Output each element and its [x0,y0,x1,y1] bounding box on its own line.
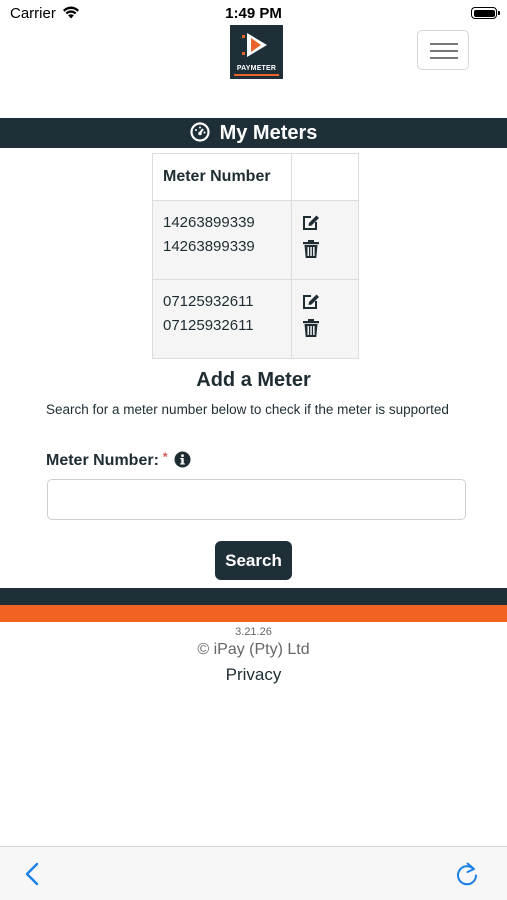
add-meter-description: Search for a meter number below to check… [46,402,449,417]
edit-icon[interactable] [300,290,322,312]
actions-cell [291,279,359,359]
footer-dark-stripe [0,588,507,605]
app-version: 3.21.26 [235,626,272,638]
meter-number: 07125932611 [163,293,254,310]
column-header-actions [291,153,359,201]
add-meter-heading: Add a Meter [196,369,311,391]
required-marker: * [162,450,168,464]
table-row: 14263899339 14263899339 [152,200,359,280]
logo-mark-icon [242,33,267,57]
reload-icon[interactable] [453,860,481,888]
column-header-meter-number: Meter Number [152,153,292,201]
page-title: My Meters [0,122,507,145]
meters-table: Meter Number 14263899339 14263899339 071 [152,153,359,359]
meter-number-field-label: Meter Number: * [46,450,191,470]
trash-icon[interactable] [300,317,322,339]
actions-cell [291,200,359,280]
search-button[interactable]: Search [215,541,292,580]
gauge-icon [189,122,210,142]
menu-button[interactable] [417,30,469,70]
page-title-bar: My Meters [0,118,507,148]
menu-icon-bar [430,57,458,59]
paymeter-logo[interactable]: PAYMETER [230,25,283,79]
meter-number-label-text: Meter Number: [46,452,159,469]
privacy-link[interactable]: Privacy [0,665,507,685]
menu-icon [430,43,458,45]
edit-icon[interactable] [300,211,322,233]
logo-underline [234,74,279,76]
meter-number-cell: 07125932611 07125932611 [152,279,292,359]
page-title-text: My Meters [219,122,318,144]
footer-orange-stripe [0,605,507,622]
copyright: © iPay (Pty) Ltd [197,641,310,658]
battery-icon [471,7,500,19]
browser-toolbar [0,846,507,900]
back-icon[interactable] [20,861,46,887]
table-row: 07125932611 07125932611 [152,279,359,359]
meter-number-input[interactable] [47,479,466,520]
logo-text: PAYMETER [236,65,277,72]
menu-icon-bar [430,50,458,52]
meter-number-cell: 14263899339 14263899339 [152,200,292,280]
status-bar: Carrier 1:49 PM [0,0,507,28]
trash-icon[interactable] [300,238,322,260]
table-header-row: Meter Number [152,153,359,201]
meter-number: 14263899339 [163,214,255,231]
info-icon[interactable] [174,451,191,468]
clock: 1:49 PM [225,5,282,22]
meter-label: 14263899339 [163,238,255,255]
meter-label: 07125932611 [163,317,254,334]
